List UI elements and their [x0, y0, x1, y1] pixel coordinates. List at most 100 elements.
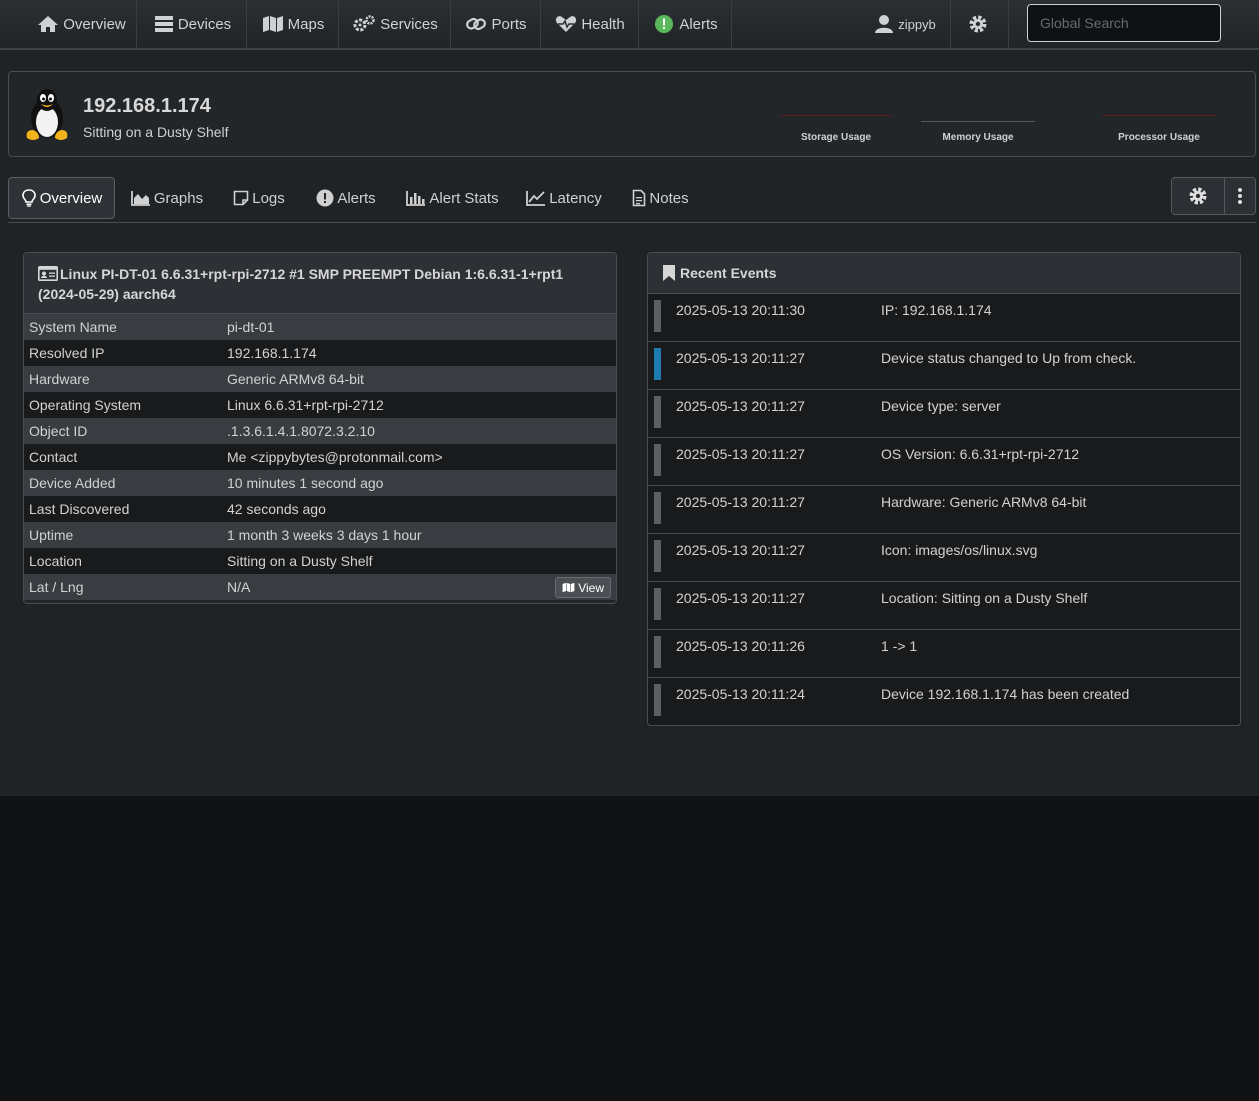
event-severity-bar	[654, 444, 661, 476]
device-more-button[interactable]	[1224, 178, 1255, 214]
memory-usage[interactable]: Memory Usage	[921, 112, 1035, 143]
tab-latency[interactable]: Latency	[517, 177, 611, 219]
map-icon	[262, 16, 283, 32]
event-time: 2025-05-13 20:11:26	[676, 638, 805, 654]
event-row: 2025-05-13 20:11:27 Hardware: Generic ARM…	[648, 486, 1240, 534]
info-value: Me <zippybytes@protonmail.com>	[227, 449, 443, 465]
info-row-device-added: Device Added 10 minutes 1 second ago	[24, 470, 616, 496]
event-time: 2025-05-13 20:11:27	[676, 494, 805, 510]
info-value: 192.168.1.174	[227, 345, 317, 361]
lightbulb-icon	[21, 189, 36, 207]
bookmark-icon	[663, 265, 675, 281]
event-severity-bar	[654, 396, 661, 428]
info-key: Last Discovered	[29, 501, 130, 517]
info-key: System Name	[29, 319, 117, 335]
global-search-input[interactable]	[1027, 4, 1221, 42]
area-chart-icon	[130, 191, 150, 206]
info-value: Linux 6.6.31+rpt-rpi-2712	[227, 397, 384, 413]
info-key: Uptime	[29, 527, 74, 543]
info-row-object-id: Object ID .1.3.6.1.4.1.8072.3.2.10	[24, 418, 616, 444]
tab-alerts[interactable]: Alerts	[306, 177, 386, 219]
info-row-system-name: System Name pi-dt-01	[24, 314, 616, 340]
gear-icon	[1189, 187, 1207, 205]
tab-logs-label: Logs	[252, 189, 285, 207]
nav-services[interactable]: Services	[340, 0, 451, 48]
storage-sparkline	[779, 112, 893, 116]
nav-maps[interactable]: Maps	[248, 0, 339, 48]
tab-notes[interactable]: Notes	[622, 177, 699, 219]
event-row: 2025-05-13 20:11:27 Device status changed…	[648, 342, 1240, 390]
info-key: Hardware	[29, 371, 90, 387]
event-message: Device status changed to Up from check.	[881, 350, 1137, 366]
nav-services-label: Services	[380, 15, 438, 33]
info-row-hardware: Hardware Generic ARMv8 64-bit	[24, 366, 616, 392]
info-row-resolved-ip: Resolved IP 192.168.1.174	[24, 340, 616, 366]
event-message: Hardware: Generic ARMv8 64-bit	[881, 494, 1087, 510]
nav-overview-label: Overview	[63, 15, 126, 33]
tab-graphs[interactable]: Graphs	[122, 177, 212, 219]
event-severity-bar	[654, 684, 661, 716]
event-row: 2025-05-13 20:11:27 OS Version: 6.6.31+rp…	[648, 438, 1240, 486]
info-row-last-discovered: Last Discovered 42 seconds ago	[24, 496, 616, 522]
nav-health[interactable]: Health	[542, 0, 639, 48]
processor-sparkline	[1102, 112, 1216, 116]
event-message: Location: Sitting on a Dusty Shelf	[881, 590, 1088, 606]
processor-usage-label: Processor Usage	[1118, 132, 1200, 143]
event-time: 2025-05-13 20:11:24	[676, 686, 805, 702]
nav-health-label: Health	[581, 15, 625, 33]
tab-graphs-label: Graphs	[153, 189, 204, 207]
sticky-note-icon	[233, 190, 249, 206]
info-row-uptime: Uptime 1 month 3 weeks 3 days 1 hour	[24, 522, 616, 548]
event-row: 2025-05-13 20:11:27 Icon: images/os/linux…	[648, 534, 1240, 582]
nav-alerts[interactable]: Alerts	[640, 0, 732, 48]
event-message: Device type: server	[881, 398, 1001, 414]
recent-events-panel: Recent Events 2025-05-13 20:11:30 IP: 192…	[647, 252, 1241, 726]
event-severity-bar	[654, 300, 661, 332]
nav-maps-label: Maps	[287, 15, 325, 33]
nav-overview[interactable]: Overview	[27, 0, 137, 48]
event-severity-bar	[654, 540, 661, 572]
info-value: pi-dt-01	[227, 319, 275, 335]
gear-icon	[969, 15, 987, 33]
nav-devices-label: Devices	[177, 15, 232, 33]
memory-usage-label: Memory Usage	[942, 132, 1014, 143]
info-value: 1 month 3 weeks 3 days 1 hour	[227, 527, 422, 543]
device-overview-header: Linux PI-DT-01 6.6.31+rpt-rpi-2712 #1 SM…	[24, 253, 616, 314]
user-menu[interactable]: zippyb	[860, 0, 951, 48]
storage-usage-label: Storage Usage	[800, 132, 872, 143]
event-time: 2025-05-13 20:11:27	[676, 398, 805, 414]
info-row-location: Location Sitting on a Dusty Shelf	[24, 548, 616, 574]
bar-chart-icon	[406, 191, 426, 206]
tab-overview[interactable]: Overview	[8, 177, 115, 219]
info-key: Location	[29, 553, 82, 569]
tab-latency-label: Latency	[549, 189, 602, 207]
event-message: Device 192.168.1.174 has been created	[881, 686, 1130, 702]
memory-sparkline	[921, 112, 1035, 122]
info-value: N/A	[227, 579, 251, 595]
nav-devices[interactable]: Devices	[139, 0, 247, 48]
event-message: IP: 192.168.1.174	[881, 302, 992, 318]
settings-menu[interactable]	[952, 0, 1009, 48]
event-row: 2025-05-13 20:11:24 Device 192.168.1.174 …	[648, 678, 1240, 725]
tab-logs[interactable]: Logs	[222, 177, 296, 219]
event-row: 2025-05-13 20:11:27 Device type: server	[648, 390, 1240, 438]
info-row-lat-lng: Lat / Lng N/A View	[24, 574, 616, 600]
storage-usage[interactable]: Storage Usage	[779, 112, 893, 143]
user-name: zippyb	[898, 16, 936, 32]
view-map-label: View	[578, 580, 604, 595]
tab-alert-stats[interactable]: Alert Stats	[397, 177, 508, 219]
id-card-icon	[38, 266, 58, 281]
processor-usage[interactable]: Processor Usage	[1102, 112, 1216, 143]
vertical-ellipsis-icon	[1238, 188, 1242, 204]
tab-divider	[8, 222, 1256, 223]
device-settings-button[interactable]	[1172, 178, 1224, 214]
device-ip[interactable]: 192.168.1.174	[83, 95, 211, 118]
info-key: Operating System	[29, 397, 142, 413]
info-key: Object ID	[29, 423, 88, 439]
view-map-button[interactable]: View	[555, 577, 611, 598]
device-overview-panel: Linux PI-DT-01 6.6.31+rpt-rpi-2712 #1 SM…	[23, 252, 617, 604]
nav-ports[interactable]: Ports	[452, 0, 541, 48]
info-value: Generic ARMv8 64-bit	[227, 371, 364, 387]
tab-alerts-label: Alerts	[337, 189, 376, 207]
event-message: OS Version: 6.6.31+rpt-rpi-2712	[881, 446, 1080, 462]
